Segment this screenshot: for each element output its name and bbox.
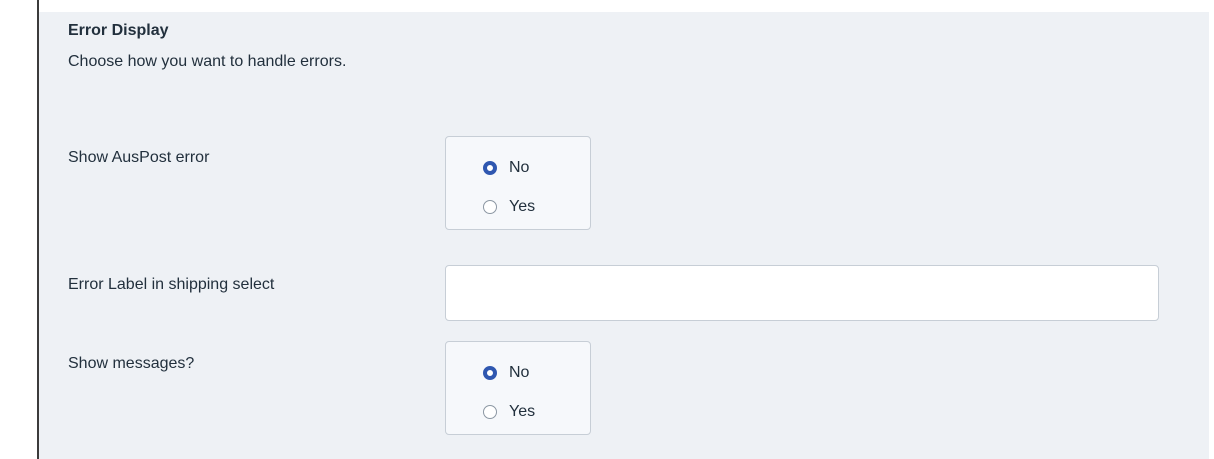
radio-unchecked-icon[interactable] [483, 200, 497, 214]
error-label-input[interactable] [445, 265, 1159, 321]
radio-option-label: Yes [509, 403, 536, 420]
show-messages-label: Show messages? [68, 355, 195, 372]
show-messages-radio-group: No Yes [445, 341, 591, 435]
show-auspost-error-label: Show AusPost error [68, 149, 210, 166]
radio-checked-icon[interactable] [483, 161, 497, 175]
radio-option-label: No [509, 159, 530, 176]
show-messages-option-yes[interactable]: Yes [483, 401, 535, 423]
section-description: Choose how you want to handle errors. [68, 53, 347, 70]
error-display-panel: Error Display Choose how you want to han… [39, 12, 1209, 459]
show-auspost-error-option-no[interactable]: No [483, 157, 529, 179]
error-label-field-label: Error Label in shipping select [68, 276, 275, 293]
radio-unchecked-icon[interactable] [483, 405, 497, 419]
radio-checked-icon[interactable] [483, 366, 497, 380]
show-auspost-error-radio-group: No Yes [445, 136, 591, 230]
show-messages-option-no[interactable]: No [483, 362, 529, 384]
radio-option-label: No [509, 364, 530, 381]
show-auspost-error-option-yes[interactable]: Yes [483, 196, 535, 218]
radio-option-label: Yes [509, 198, 536, 215]
page: Error Display Choose how you want to han… [0, 0, 1214, 459]
section-title: Error Display [68, 22, 169, 39]
